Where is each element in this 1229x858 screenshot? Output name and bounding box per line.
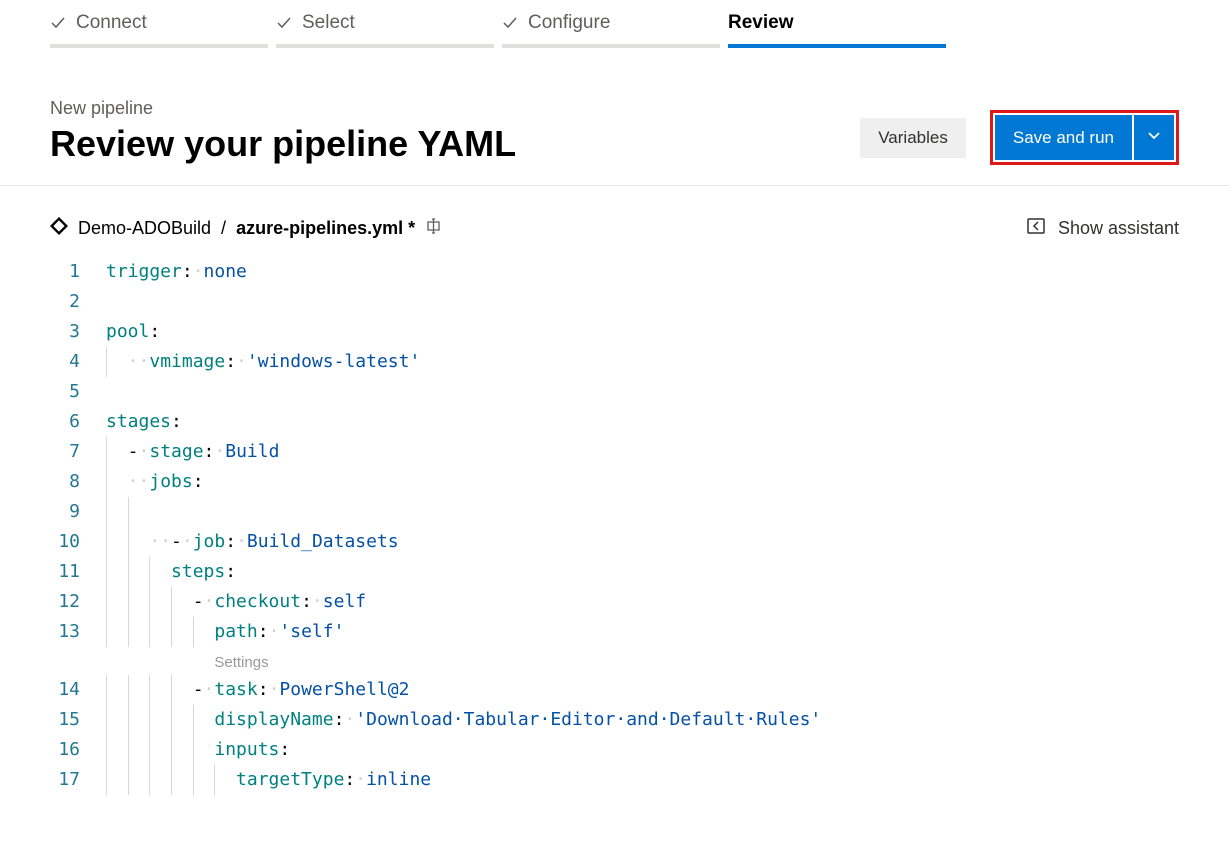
- page-title: Review your pipeline YAML: [50, 123, 516, 165]
- line-number: 7: [50, 437, 80, 467]
- line-number: 1: [50, 257, 80, 287]
- line-number: 9: [50, 497, 80, 527]
- save-and-run-highlight: Save and run: [990, 110, 1179, 165]
- sidebar-collapse-icon: [1026, 216, 1046, 241]
- code-line[interactable]: -·stage:·Build: [106, 437, 1229, 467]
- line-number: 4: [50, 347, 80, 377]
- step-configure[interactable]: Configure: [502, 12, 720, 48]
- line-number: 3: [50, 317, 80, 347]
- line-gutter: 1234567891011121314151617: [50, 257, 106, 795]
- step-connect[interactable]: Connect: [50, 12, 268, 48]
- code-line[interactable]: -·task:·PowerShell@2: [106, 675, 1229, 705]
- line-number: 14: [50, 675, 80, 705]
- step-review[interactable]: Review: [728, 12, 946, 48]
- task-settings-codelens[interactable]: Settings: [214, 654, 268, 671]
- code-line[interactable]: displayName:·'Download·Tabular·Editor·an…: [106, 705, 1229, 735]
- code-line[interactable]: [106, 497, 1229, 527]
- line-number: 12: [50, 587, 80, 617]
- breadcrumb: New pipeline: [50, 98, 516, 119]
- code-line[interactable]: [106, 287, 1229, 317]
- line-number: 11: [50, 557, 80, 587]
- repo-icon: [50, 217, 68, 240]
- variables-button[interactable]: Variables: [860, 118, 966, 158]
- step-label: Review: [728, 12, 793, 34]
- save-and-run-dropdown[interactable]: [1134, 115, 1174, 160]
- line-number: 17: [50, 765, 80, 795]
- step-bar: [502, 44, 720, 48]
- code-line[interactable]: path:·'self': [106, 617, 1229, 647]
- yaml-editor[interactable]: 1234567891011121314151617 trigger:·nonep…: [0, 257, 1229, 795]
- check-icon: [276, 15, 292, 31]
- line-number: 15: [50, 705, 80, 735]
- rename-icon[interactable]: [425, 216, 445, 241]
- step-select[interactable]: Select: [276, 12, 494, 48]
- code-line[interactable]: [106, 377, 1229, 407]
- code-line[interactable]: pool:: [106, 317, 1229, 347]
- line-number: 2: [50, 287, 80, 317]
- file-name[interactable]: azure-pipelines.yml *: [236, 218, 415, 239]
- code-line[interactable]: -·checkout:·self: [106, 587, 1229, 617]
- step-bar: [50, 44, 268, 48]
- check-icon: [502, 15, 518, 31]
- code-line[interactable]: inputs:: [106, 735, 1229, 765]
- save-and-run-button[interactable]: Save and run: [995, 115, 1132, 160]
- pipeline-stepper: Connect Select Configure Review: [0, 0, 1229, 48]
- code-line[interactable]: ··-·job:·Build_Datasets: [106, 527, 1229, 557]
- file-bar: Demo-ADOBuild / azure-pipelines.yml * Sh…: [0, 186, 1229, 257]
- code-area[interactable]: trigger:·none pool:··vmimage:·'windows-la…: [106, 257, 1229, 795]
- line-number: 8: [50, 467, 80, 497]
- show-assistant-label: Show assistant: [1058, 218, 1179, 239]
- check-icon: [50, 15, 66, 31]
- path-separator: /: [221, 218, 226, 239]
- line-number: 10: [50, 527, 80, 557]
- step-bar: [728, 44, 946, 48]
- step-label: Configure: [528, 12, 610, 34]
- code-line[interactable]: ··vmimage:·'windows-latest': [106, 347, 1229, 377]
- code-line[interactable]: ··jobs:: [106, 467, 1229, 497]
- step-label: Connect: [76, 12, 147, 34]
- code-line[interactable]: targetType:·inline: [106, 765, 1229, 795]
- show-assistant-button[interactable]: Show assistant: [1026, 216, 1179, 241]
- step-label: Select: [302, 12, 355, 34]
- title-block: New pipeline Review your pipeline YAML V…: [0, 48, 1229, 186]
- chevron-down-icon: [1146, 127, 1162, 148]
- line-number: 13: [50, 617, 80, 647]
- repo-name[interactable]: Demo-ADOBuild: [78, 218, 211, 239]
- line-number: 6: [50, 407, 80, 437]
- code-line[interactable]: stages:: [106, 407, 1229, 437]
- code-line[interactable]: trigger:·none: [106, 257, 1229, 287]
- line-number: 5: [50, 377, 80, 407]
- line-number: 16: [50, 735, 80, 765]
- step-bar: [276, 44, 494, 48]
- code-line[interactable]: steps:: [106, 557, 1229, 587]
